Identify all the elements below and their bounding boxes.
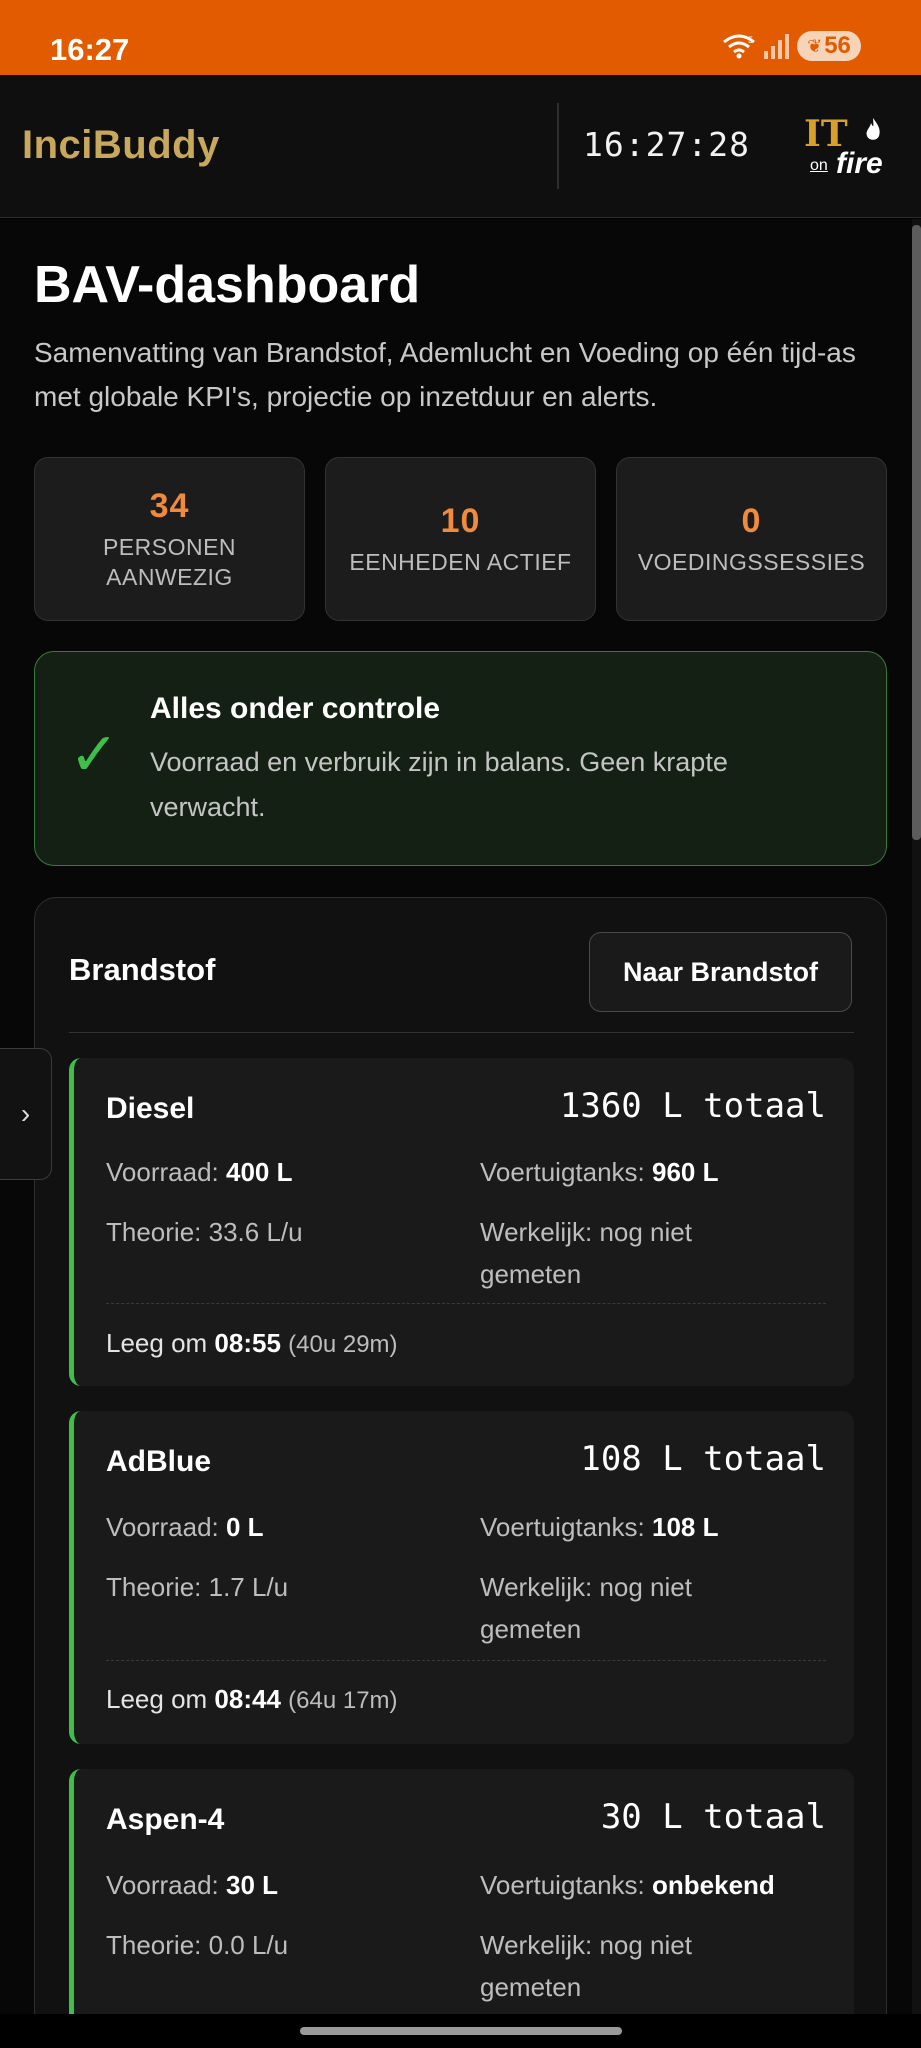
battery-level: 56 (824, 32, 851, 59)
kpi-label: EENHEDEN ACTIEF (349, 548, 572, 575)
fuel-empty-time: Leeg om 08:44 (64u 17m) (106, 1684, 398, 1715)
kpi-food-sessions: 0 VOEDINGSSESSIES (616, 457, 887, 621)
fuel-total: 1360 L totaal (559, 1086, 826, 1126)
theory-value: 0.0 L/u (208, 1930, 289, 1960)
card-divider (69, 1032, 854, 1033)
fuel-item-aspen-4[interactable]: Aspen-4 30 L totaal Voorraad: 30 L Voert… (69, 1769, 854, 2014)
kpi-label: VOEDINGSSESSIES (637, 548, 866, 575)
kpi-value: 10 (440, 501, 481, 540)
it-on-fire-logo: IT on fire (800, 113, 900, 183)
fuel-tanks: Voertuigtanks: onbekend (480, 1864, 775, 1906)
battery-indicator: ❦ 56 (797, 31, 861, 61)
empty-label: Leeg om (106, 1684, 208, 1714)
tanks-value: 960 L (652, 1157, 719, 1187)
header-clock: 16:27:28 (583, 125, 750, 164)
card-title: Brandstof (69, 952, 216, 987)
empty-label: Leeg om (106, 1328, 208, 1358)
flame-icon (866, 118, 880, 140)
alert-text: Voorraad en verbruik zijn in balans. Gee… (150, 747, 728, 822)
fuel-tanks: Voertuigtanks: 960 L (480, 1151, 719, 1193)
fuel-actual: Werkelijk: nog niet gemeten (480, 1211, 780, 1295)
empty-in: (40u 29m) (288, 1331, 398, 1358)
tanks-value: onbekend (652, 1870, 775, 1900)
empty-at: 08:55 (214, 1328, 281, 1358)
kpi-units-active: 10 EENHEDEN ACTIEF (325, 457, 596, 621)
fuel-stock: Voorraad: 400 L (106, 1151, 292, 1193)
fuel-actual: Werkelijk: nog niet gemeten (480, 1566, 780, 1650)
fuel-total: 30 L totaal (600, 1797, 826, 1837)
app-header: InciBuddy 16:27:28 IT on fire (0, 75, 921, 218)
theory-label: Theorie: (106, 1930, 202, 1960)
theory-value: 33.6 L/u (208, 1217, 303, 1247)
kpi-row: 34 PERSONEN AANWEZIG 10 EENHEDEN ACTIEF … (34, 457, 887, 621)
logo-fire-text: fire (836, 147, 883, 180)
fuel-empty-time: Leeg om 08:55 (40u 29m) (106, 1328, 398, 1359)
brand-title[interactable]: InciBuddy (22, 123, 220, 168)
svg-text:5: 5 (748, 35, 753, 45)
fuel-total: 108 L totaal (580, 1439, 826, 1479)
status-time: 16:27 (50, 32, 130, 67)
fuel-divider (106, 1303, 826, 1304)
main-content[interactable]: BAV-dashboard Samenvatting van Brandstof… (0, 219, 921, 2014)
go-to-fuel-button[interactable]: Naar Brandstof (589, 932, 852, 1012)
stock-value: 0 L (225, 1512, 264, 1542)
chevron-right-icon: › (20, 1098, 31, 1129)
tanks-label: Voertuigtanks: (480, 1870, 645, 1900)
home-gesture-pill[interactable] (300, 2027, 622, 2035)
kpi-label: PERSONEN AANWEZIG (102, 533, 237, 590)
header-divider (557, 103, 559, 189)
wifi-icon: 5 (723, 34, 755, 59)
theory-value: 1.7 L/u (208, 1572, 289, 1602)
logo-on-text: on (810, 157, 828, 174)
theory-label: Theorie: (106, 1217, 202, 1247)
tanks-value: 108 L (652, 1512, 719, 1542)
actual-label: Werkelijk: (480, 1572, 593, 1602)
scrollbar-thumb[interactable] (912, 225, 921, 840)
fuel-actual: Werkelijk: nog niet gemeten (480, 1924, 780, 2008)
empty-in: (64u 17m) (288, 1687, 398, 1714)
fuel-item-diesel[interactable]: Diesel 1360 L totaal Voorraad: 400 L Voe… (69, 1058, 854, 1386)
stock-value: 400 L (225, 1157, 293, 1187)
fuel-tanks: Voertuigtanks: 108 L (480, 1506, 719, 1548)
status-icons: 5 ❦ 56 (722, 31, 861, 61)
fuel-divider (106, 1660, 826, 1661)
actual-label: Werkelijk: (480, 1217, 593, 1247)
kpi-value: 0 (741, 501, 762, 540)
actual-label: Werkelijk: (480, 1930, 593, 1960)
system-status-bar: 16:27 5 ❦ 56 (0, 0, 921, 75)
fuel-theory: Theorie: 1.7 L/u (106, 1566, 288, 1608)
status-alert: ✓ Alles onder controle Voorraad en verbr… (34, 651, 887, 866)
fuel-theory: Theorie: 0.0 L/u (106, 1924, 288, 1966)
stock-label: Voorraad: (106, 1512, 219, 1542)
alert-title: Alles onder controle (150, 692, 441, 725)
leaf-icon: ❦ (807, 35, 823, 56)
tanks-label: Voertuigtanks: (480, 1512, 645, 1542)
system-navigation-bar (0, 2014, 921, 2048)
fuel-item-adblue[interactable]: AdBlue 108 L totaal Voorraad: 0 L Voertu… (69, 1411, 854, 1744)
checkmark-icon: ✓ (69, 721, 120, 788)
stock-label: Voorraad: (106, 1870, 219, 1900)
fuel-name: Diesel (106, 1092, 195, 1125)
fuel-name: Aspen-4 (106, 1803, 225, 1836)
fuel-stock: Voorraad: 30 L (106, 1864, 278, 1906)
page-description: Samenvatting van Brandstof, Ademlucht en… (34, 337, 856, 412)
fuel-card: Brandstof Naar Brandstof Diesel 1360 L t… (34, 897, 887, 2014)
kpi-value: 34 (149, 486, 190, 525)
kpi-people-present: 34 PERSONEN AANWEZIG (34, 457, 305, 621)
page-title: BAV-dashboard (34, 256, 421, 314)
fuel-theory: Theorie: 33.6 L/u (106, 1211, 303, 1253)
theory-label: Theorie: (106, 1572, 202, 1602)
empty-at: 08:44 (214, 1684, 281, 1714)
stock-value: 30 L (225, 1870, 279, 1900)
fuel-stock: Voorraad: 0 L (106, 1506, 264, 1548)
tanks-label: Voertuigtanks: (480, 1157, 645, 1187)
side-panel-toggle[interactable]: › (0, 1048, 52, 1180)
stock-label: Voorraad: (106, 1157, 219, 1187)
fuel-name: AdBlue (106, 1445, 211, 1478)
signal-icon (764, 33, 789, 59)
